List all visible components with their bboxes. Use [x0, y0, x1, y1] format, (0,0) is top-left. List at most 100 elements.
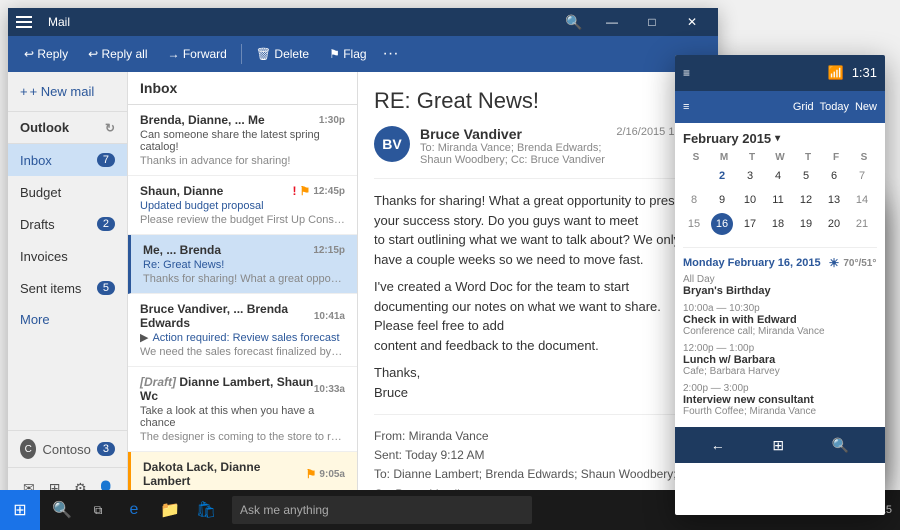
cal-event-2: 12:00p — 1:00p Lunch w/ Barbara Cafe; Ba… — [683, 343, 877, 377]
mail-toolbar: ↩ Reply ↩ Reply all → Forward 🗑 Delete ⚑… — [8, 36, 718, 72]
cal-month-title: February 2015 ▾ — [683, 131, 877, 146]
cal-day[interactable]: 2 — [711, 165, 733, 187]
cal-hamburger-icon[interactable]: ≡ — [683, 66, 690, 80]
cal-day[interactable]: 9 — [711, 189, 733, 211]
taskbar-pinned-icons: 🔍 ⧉ e 📁 🛍 — [40, 496, 228, 524]
ie-icon[interactable]: e — [120, 496, 148, 524]
maximize-button[interactable]: □ — [634, 8, 670, 36]
cal-day[interactable]: 11 — [767, 189, 789, 211]
cal-day[interactable]: 10 — [739, 189, 761, 211]
cal-events: Monday February 16, 2015 ☀ 70°/51° All D… — [675, 252, 885, 427]
reply-button[interactable]: ↩ Reply — [16, 40, 76, 68]
cal-menu-icon[interactable]: ≡ — [683, 101, 689, 113]
email-divider — [374, 414, 702, 415]
dropdown-icon[interactable]: ▾ — [775, 133, 780, 144]
email-preview: The designer is coming to the store to r… — [140, 431, 345, 443]
reply-all-button[interactable]: ↩ Reply all — [80, 40, 155, 68]
flag-icon: ⚑ — [306, 467, 317, 481]
new-mail-button[interactable]: + + New mail — [8, 72, 127, 112]
email-meta: Bruce Vandiver To: Miranda Vance; Brenda… — [420, 126, 606, 166]
account-name: Outlook ↻ — [8, 112, 127, 144]
email-sender: Shaun, Dianne ! ⚑ 12:45p — [140, 184, 345, 198]
hamburger-menu[interactable] — [16, 10, 40, 34]
flag-button[interactable]: ⚑ Flag — [321, 40, 374, 68]
to-line: To: Miranda Vance; Brenda Edwards; Shaun… — [420, 142, 606, 166]
email-content: RE: Great News! BV Bruce Vandiver To: Mi… — [358, 72, 718, 508]
cal-day[interactable]: 5 — [795, 165, 817, 187]
email-item-2[interactable]: Shaun, Dianne ! ⚑ 12:45p Updated budget … — [128, 176, 357, 235]
cal-day[interactable]: 17 — [739, 213, 761, 235]
plus-icon: + — [20, 84, 28, 99]
cal-day[interactable]: 6 — [823, 165, 845, 187]
cal-event-3: 2:00p — 3:00p Interview new consultant F… — [683, 383, 877, 417]
new-event-button[interactable]: New — [855, 101, 877, 113]
start-button[interactable]: ⊞ — [0, 490, 40, 530]
forward-button[interactable]: → Forward — [160, 40, 235, 68]
cal-day[interactable]: 15 — [683, 213, 705, 235]
email-subject: Action required: Review sales forecast — [152, 332, 339, 344]
cal-day[interactable]: 12 — [795, 189, 817, 211]
email-item-1[interactable]: Brenda, Dianne, ... Me 1:30p Can someone… — [128, 105, 357, 176]
email-body: Thanks for sharing! What a great opportu… — [374, 191, 702, 402]
email-preview: We need the sales forecast finalized by … — [140, 346, 345, 358]
cal-header-icons: 📶 1:31 — [828, 65, 878, 81]
content-area: + + New mail Outlook ↻ Inbox 7 Budget Dr… — [8, 72, 718, 508]
cal-day[interactable]: 21 — [851, 213, 873, 235]
close-button[interactable]: ✕ — [674, 8, 710, 36]
cal-day[interactable]: 18 — [767, 213, 789, 235]
cal-day[interactable] — [683, 165, 705, 187]
email-sender: Brenda, Dianne, ... Me 1:30p — [140, 113, 345, 127]
email-preview: Thanks for sharing! What a great opportu… — [143, 273, 345, 285]
cal-day[interactable]: 20 — [823, 213, 845, 235]
email-item-3[interactable]: Me, ... Brenda 12:15p Re: Great News! Th… — [128, 235, 357, 294]
sidebar-item-budget[interactable]: Budget — [8, 176, 127, 208]
cal-day[interactable]: 19 — [795, 213, 817, 235]
back-icon[interactable]: ← — [711, 437, 725, 453]
cortana-icon[interactable]: 🔍 — [48, 496, 76, 524]
more-options-button[interactable]: ··· — [379, 42, 403, 66]
folder-icon[interactable]: 📁 — [156, 496, 184, 524]
cal-toolbar-right: Grid Today New — [793, 101, 877, 113]
sidebar-more-button[interactable]: More — [8, 304, 127, 335]
drafts-badge: 2 — [97, 217, 115, 231]
email-list: Inbox Brenda, Dianne, ... Me 1:30p Can s… — [128, 72, 358, 508]
email-subject: Can someone share the latest spring cata… — [140, 129, 345, 153]
windows-icon[interactable]: ⊞ — [772, 437, 784, 454]
contoso-account[interactable]: C Contoso 3 — [8, 430, 127, 467]
minimize-button[interactable]: — — [594, 8, 630, 36]
window-controls: — □ ✕ — [594, 8, 710, 36]
store-icon[interactable]: 🛍 — [192, 496, 220, 524]
cal-day[interactable]: 8 — [683, 189, 705, 211]
cal-day[interactable]: 3 — [739, 165, 761, 187]
sent-badge: 5 — [97, 281, 115, 295]
cal-grid: S M T W T F S 2 3 4 5 6 7 8 9 10 11 12 1… — [683, 152, 877, 235]
search-icon[interactable]: 🔍 — [562, 10, 586, 34]
sidebar-item-sent[interactable]: Sent items 5 — [8, 272, 127, 304]
cal-date-label: Monday February 16, 2015 ☀ 70°/51° — [683, 256, 877, 270]
search-icon[interactable]: 🔍 — [832, 437, 849, 454]
sync-icon[interactable]: ↻ — [105, 121, 115, 135]
delete-button[interactable]: 🗑 Delete — [248, 40, 317, 68]
task-view-icon[interactable]: ⧉ — [84, 496, 112, 524]
taskbar-search[interactable]: Ask me anything — [232, 496, 532, 524]
sidebar-item-inbox[interactable]: Inbox 7 — [8, 144, 127, 176]
email-header-row: BV Bruce Vandiver To: Miranda Vance; Bre… — [374, 126, 702, 179]
email-sender: Dakota Lack, Dianne Lambert ⚑ 9:05a — [143, 460, 345, 488]
grid-view-button[interactable]: Grid — [793, 101, 814, 113]
cal-day[interactable]: 14 — [851, 189, 873, 211]
sidebar: + + New mail Outlook ↻ Inbox 7 Budget Dr… — [8, 72, 128, 508]
email-item-5[interactable]: [Draft] Dianne Lambert, Shaun Wc 10:33a … — [128, 367, 357, 452]
cal-day[interactable]: 4 — [767, 165, 789, 187]
email-item-4[interactable]: Bruce Vandiver, ... Brenda Edwards 10:41… — [128, 294, 357, 367]
cal-signal-icon: 📶 — [828, 65, 844, 81]
cal-event-allday: All Day Bryan's Birthday — [683, 274, 877, 297]
cal-day[interactable]: 7 — [851, 165, 873, 187]
cal-day-today[interactable]: 16 — [711, 213, 733, 235]
weather-text: 70°/51° — [843, 258, 876, 269]
cal-day[interactable]: 13 — [823, 189, 845, 211]
sidebar-item-invoices[interactable]: Invoices — [8, 240, 127, 272]
today-button[interactable]: Today — [820, 101, 849, 113]
title-bar: Mail 🔍 — □ ✕ — [8, 8, 718, 36]
email-preview: Thanks in advance for sharing! — [140, 155, 345, 167]
sidebar-item-drafts[interactable]: Drafts 2 — [8, 208, 127, 240]
